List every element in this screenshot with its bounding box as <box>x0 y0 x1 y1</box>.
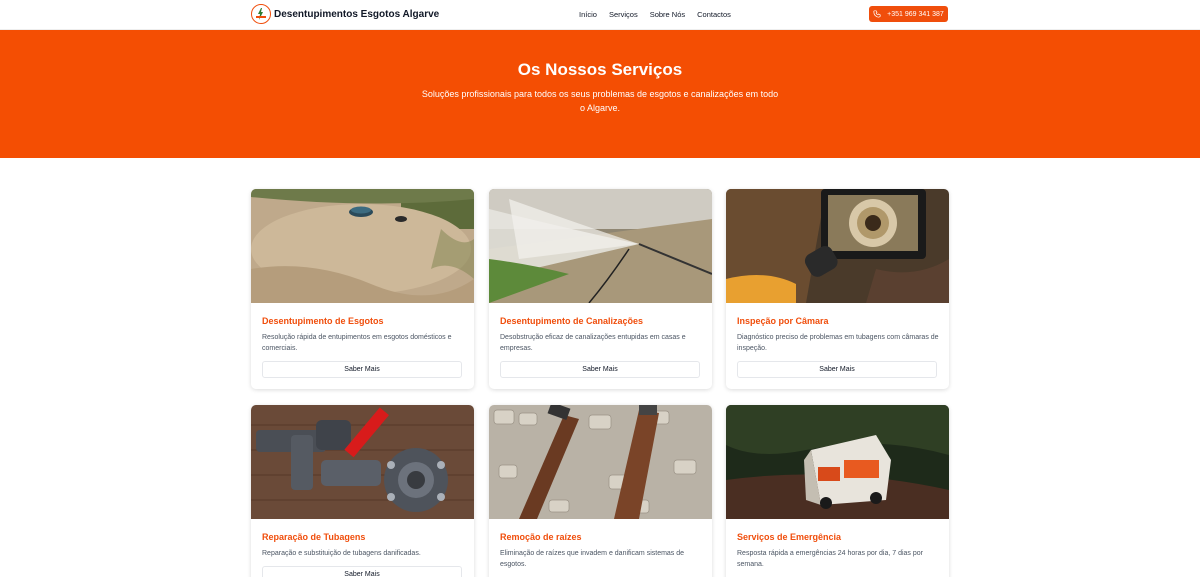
nav-sobre-nos[interactable]: Sobre Nós <box>650 10 685 19</box>
page-title: Os Nossos Serviços <box>517 60 683 79</box>
service-title: Reparação de Tubagens <box>262 532 366 542</box>
service-title: Remoção de raízes <box>500 532 582 542</box>
service-card-canalizacoes: Desentupimento de Canalizações Desobstru… <box>489 189 712 389</box>
nav-contactos[interactable]: Contactos <box>697 10 731 19</box>
service-card-reparacao: Reparação de Tubagens Reparação e substi… <box>251 405 474 577</box>
phone-number: +351 969 341 387 <box>887 10 944 18</box>
saber-mais-button[interactable]: Saber Mais <box>737 361 937 378</box>
sandy-drain-photo <box>251 189 474 303</box>
saber-mais-button[interactable]: Saber Mais <box>262 566 462 577</box>
service-title: Inspeção por Câmara <box>737 316 829 326</box>
page-subtitle: Soluções profissionais para todos os seu… <box>421 89 779 113</box>
water-jet-photo <box>489 189 712 303</box>
service-description: Eliminação de raízes que invadem e danif… <box>500 550 685 568</box>
service-card-inspecao: Inspeção por Câmara Diagnóstico preciso … <box>726 189 949 389</box>
service-description: Diagnóstico preciso de problemas em tuba… <box>737 334 939 352</box>
hero-banner: Os Nossos Serviços Soluções profissionai… <box>0 30 1200 158</box>
service-card-emergencia: Serviços de Emergência Resposta rápida a… <box>726 405 949 577</box>
nav-inicio[interactable]: Início <box>579 10 597 19</box>
service-description: Desobstrução eficaz de canalizações entu… <box>500 334 686 352</box>
nav-servicos[interactable]: Serviços <box>609 10 638 19</box>
service-title: Desentupimento de Esgotos <box>262 316 384 326</box>
pvc-fittings-photo <box>251 405 474 519</box>
brand-name: Desentupimentos Esgotos Algarve <box>274 8 440 20</box>
saber-mais-button[interactable]: Saber Mais <box>262 361 462 378</box>
service-description: Reparação e substituição de tubagens dan… <box>262 550 421 557</box>
service-van-photo <box>726 405 949 519</box>
site-header: Desentupimentos Esgotos Algarve Início S… <box>0 0 1200 30</box>
root-removal-photo <box>489 405 712 519</box>
logo[interactable]: Desentupimentos Esgotos Algarve <box>251 4 439 24</box>
saber-mais-button[interactable]: Saber Mais <box>500 361 700 378</box>
phone-icon <box>873 10 881 18</box>
phone-button[interactable]: +351 969 341 387 <box>869 6 948 22</box>
service-card-esgotos: Desentupimento de Esgotos Resolução rápi… <box>251 189 474 389</box>
main-nav: Início Serviços Sobre Nós Contactos <box>579 10 731 19</box>
logo-icon <box>251 4 271 24</box>
service-description: Resposta rápida a emergências 24 horas p… <box>737 550 923 568</box>
service-description: Resolução rápida de entupimentos em esgo… <box>262 334 452 352</box>
service-title: Serviços de Emergência <box>737 532 842 542</box>
service-title: Desentupimento de Canalizações <box>500 316 644 326</box>
service-card-raizes: Remoção de raízes Eliminação de raízes q… <box>489 405 712 577</box>
pipe-camera-photo <box>726 189 949 303</box>
